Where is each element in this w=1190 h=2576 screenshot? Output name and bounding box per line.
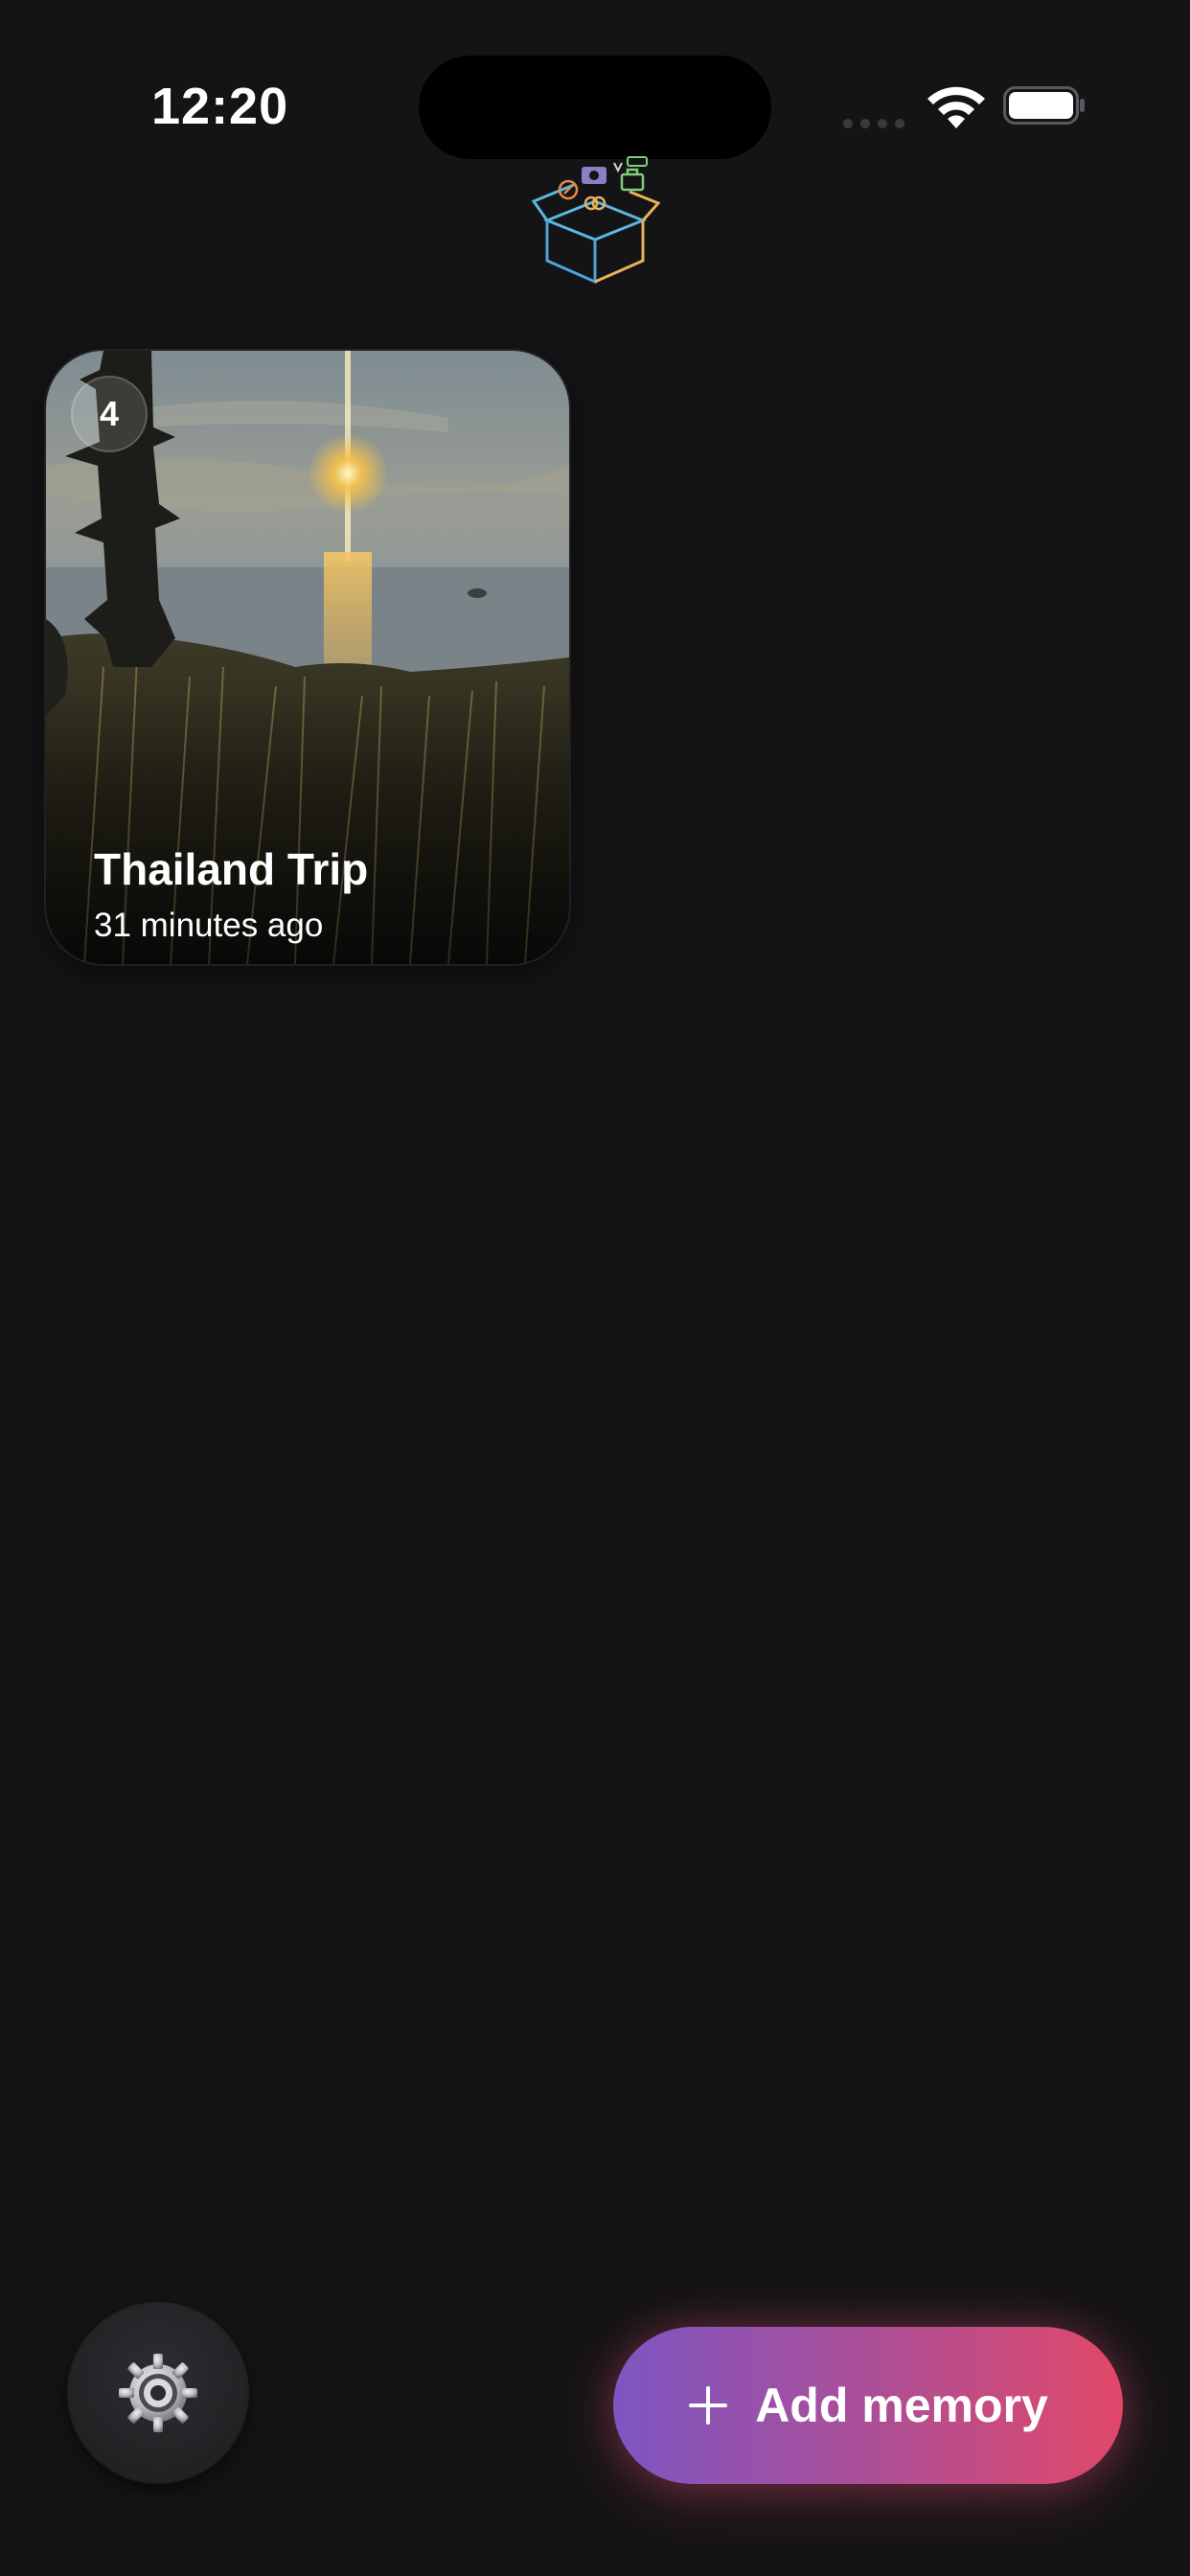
status-time: 12:20	[151, 78, 289, 135]
memory-card[interactable]: 4 Thailand Trip 31 minutes ago	[46, 351, 569, 964]
add-memory-label: Add memory	[755, 2379, 1048, 2432]
cellular-signal-icon	[843, 113, 910, 128]
plus-icon	[689, 2386, 728, 2425]
photo-count-badge: 4	[71, 376, 148, 452]
dynamic-island	[419, 56, 771, 159]
memory-timestamp: 31 minutes ago	[94, 907, 324, 944]
wifi-icon	[927, 86, 985, 128]
memory-box-icon	[531, 156, 661, 285]
gear-icon	[119, 2354, 197, 2432]
battery-icon	[1003, 86, 1085, 125]
add-memory-button[interactable]: Add memory	[613, 2327, 1123, 2484]
settings-button[interactable]	[69, 2304, 247, 2482]
memory-title: Thailand Trip	[94, 844, 369, 894]
